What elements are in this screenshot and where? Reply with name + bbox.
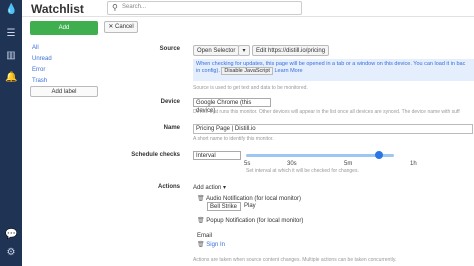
trash-icon[interactable]: 🗑 (197, 218, 205, 224)
chat-icon[interactable]: 💬 (5, 229, 17, 241)
email-action: 🗑 Sign In (197, 241, 225, 248)
cancel-button[interactable]: ✕ Cancel (104, 21, 138, 33)
actions-hint: Actions are taken when source content ch… (193, 257, 397, 263)
popup-action-title: Popup Notification (for local monitor) (206, 218, 304, 224)
device-select[interactable]: Google Chrome (this device) (193, 98, 271, 114)
trash-icon[interactable]: 🗑 (197, 242, 205, 248)
schedule-label: Schedule checks (131, 152, 180, 158)
audio-action: 🗑 Audio Notification (for local monitor) (197, 195, 301, 202)
disable-js-button[interactable]: Disable JavaScript (221, 67, 273, 75)
drop-icon[interactable]: 💧 (5, 4, 17, 16)
source-info-box: When checking for updates, this page wil… (193, 59, 474, 81)
bell-icon[interactable]: 🔔 (5, 72, 17, 84)
source-hint: Source is used to get text and data to b… (193, 85, 308, 91)
name-label: Name (163, 125, 180, 131)
side-nav: 💧 ☰ ▥ 🔔 💬 ⚙ (0, 0, 22, 266)
gear-icon[interactable]: ⚙ (5, 247, 17, 259)
schedule-hint: Set interval at which it will be checked… (246, 168, 359, 174)
list-icon[interactable]: ☰ (5, 28, 17, 40)
search-placeholder: Search... (122, 4, 147, 10)
actions-label: Actions (157, 184, 180, 190)
add-label-button[interactable]: Add label (30, 86, 98, 97)
selector-dropdown-toggle[interactable]: ▾ (238, 45, 250, 56)
learn-more-link[interactable]: Learn More (274, 68, 302, 74)
interval-slider-thumb[interactable] (375, 151, 384, 159)
device-hint: Device that runs this monitor. Other dev… (193, 109, 460, 115)
search-input[interactable]: ⚲ Search... (107, 1, 302, 15)
trash-icon[interactable]: 🗑 (197, 196, 205, 202)
device-label: Device (160, 99, 180, 105)
filter-unread[interactable]: Unread (32, 54, 52, 65)
open-selector-button[interactable]: Open Selector (193, 45, 240, 56)
search-icon: ⚲ (112, 3, 118, 12)
tick-30s: 30s (287, 161, 297, 167)
filter-error[interactable]: Error (32, 65, 52, 76)
tick-1h: 1h (410, 161, 417, 167)
tick-5s: 5s (244, 161, 251, 167)
add-button[interactable]: Add (30, 21, 98, 35)
name-hint: A short name to identify this monitor. (193, 136, 274, 142)
email-label: Email (197, 233, 213, 239)
popup-action: 🗑 Popup Notification (for local monitor) (197, 217, 303, 224)
tick-5m: 5m (344, 161, 353, 167)
source-label: Source (159, 46, 180, 52)
interval-slider-track[interactable] (246, 154, 394, 157)
play-sound-link[interactable]: Play (244, 203, 256, 209)
sound-select[interactable]: Bell Strike (207, 202, 241, 211)
name-input[interactable]: Pricing Page | Distill.io (193, 124, 473, 134)
edit-url-button[interactable]: Edit https://distill.io/pricing (252, 45, 330, 56)
sign-in-link[interactable]: Sign In (206, 242, 225, 248)
schedule-mode-select[interactable]: Interval (193, 151, 241, 160)
page-title: Watchlist (31, 2, 84, 16)
add-action-button[interactable]: Add action ▾ (193, 184, 226, 191)
